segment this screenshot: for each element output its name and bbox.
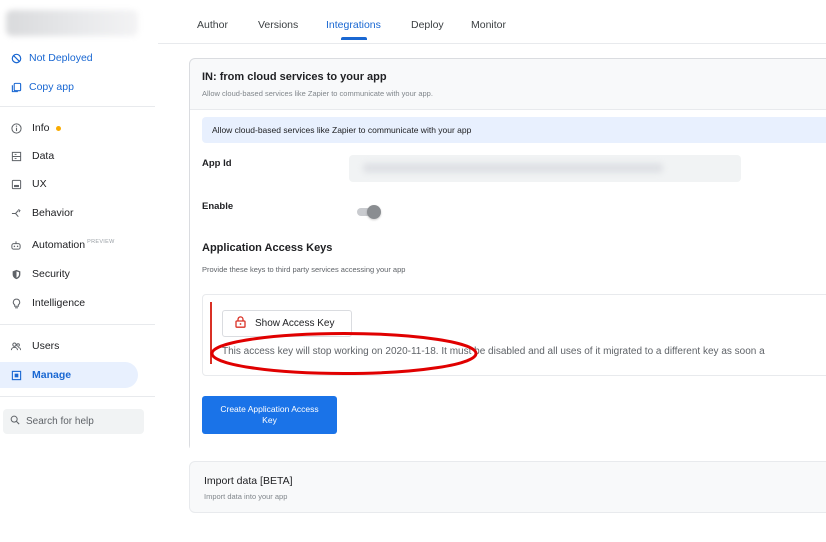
lightbulb-icon [10,297,22,309]
tab-integrations[interactable]: Integrations [326,19,381,31]
sidebar-item-info[interactable]: Info [0,115,138,141]
manage-icon [10,369,22,381]
deploy-status-label: Not Deployed [29,52,93,64]
tab-monitor[interactable]: Monitor [471,19,506,31]
sidebar-item-label: Automation [32,239,86,251]
sidebar-item-label: UX [32,178,47,190]
users-icon [10,340,22,352]
card-subtitle: Allow cloud-based services like Zapier t… [202,89,433,98]
sidebar-item-manage[interactable]: Manage [0,362,138,388]
not-deployed-icon [10,52,22,64]
copy-app-link[interactable]: Copy app [10,81,74,93]
show-access-key-button[interactable]: Show Access Key [222,310,352,337]
sidebar-item-behavior[interactable]: Behavior [0,200,138,226]
sidebar-item-label: Info [32,122,50,134]
sidebar-item-users[interactable]: Users [0,333,138,359]
enable-label: Enable [202,201,234,212]
enable-toggle[interactable] [357,205,381,219]
card-title: IN: from cloud services to your app [202,71,387,83]
info-icon [10,122,22,134]
shield-icon [10,268,22,280]
sidebar-item-intelligence[interactable]: Intelligence [0,290,138,316]
integrations-in-card: IN: from cloud services to your app Allo… [189,58,826,451]
automation-icon [10,239,22,251]
sidebar: Not Deployed Copy app Info Data UX Behav… [0,0,158,542]
tab-author[interactable]: Author [197,19,228,31]
lock-icon [235,316,246,331]
import-data-subtitle: Import data into your app [204,492,288,501]
access-key-box: Show Access Key This access key will sto… [202,294,826,376]
warning-bar [210,302,212,364]
top-tabs: Author Versions Integrations Deploy Moni… [158,0,826,44]
search-placeholder: Search for help [26,416,94,427]
sidebar-item-label: Users [32,340,60,352]
info-status-dot [55,125,61,131]
sidebar-item-ux[interactable]: UX [0,171,138,197]
sidebar-item-data[interactable]: Data [0,143,138,169]
sidebar-item-label: Data [32,150,55,162]
key-expiry-warning: This access key will stop working on 202… [222,346,765,357]
sidebar-item-label: Security [32,268,70,280]
app-id-label: App Id [202,158,232,169]
sidebar-item-label: Intelligence [32,297,86,309]
copy-app-label: Copy app [29,81,74,93]
sidebar-item-security[interactable]: Security [0,261,138,287]
sidebar-divider [0,324,155,325]
sidebar-item-label: Behavior [32,207,74,219]
copy-icon [10,81,22,93]
sidebar-item-label: Manage [32,369,72,381]
app-name-redacted [6,10,138,36]
create-access-key-button[interactable]: Create Application Access Key [202,396,337,434]
import-data-title: Import data [BETA] [204,475,293,487]
tab-deploy[interactable]: Deploy [411,19,444,31]
search-help-input[interactable]: Search for help [3,409,144,434]
tab-versions[interactable]: Versions [258,19,298,31]
deploy-status-link[interactable]: Not Deployed [10,52,93,64]
active-tab-indicator [341,37,367,40]
toggle-knob [367,205,381,219]
sidebar-item-automation[interactable]: Automation PREVIEW [0,232,138,258]
preview-badge: PREVIEW [87,238,115,245]
sidebar-divider [0,396,155,397]
behavior-icon [10,207,22,219]
access-keys-heading: Application Access Keys [202,242,333,254]
data-icon [10,150,22,162]
import-data-card[interactable]: Import data [BETA] Import data into your… [189,461,826,513]
access-keys-description: Provide these keys to third party servic… [202,265,406,274]
card-body: Allow cloud-based services like Zapier t… [190,109,826,451]
ux-icon [10,178,22,190]
show-access-key-label: Show Access Key [255,318,335,329]
search-icon [10,415,20,428]
info-banner: Allow cloud-based services like Zapier t… [202,117,826,143]
app-id-field[interactable] [349,155,741,182]
sidebar-divider [0,106,155,107]
